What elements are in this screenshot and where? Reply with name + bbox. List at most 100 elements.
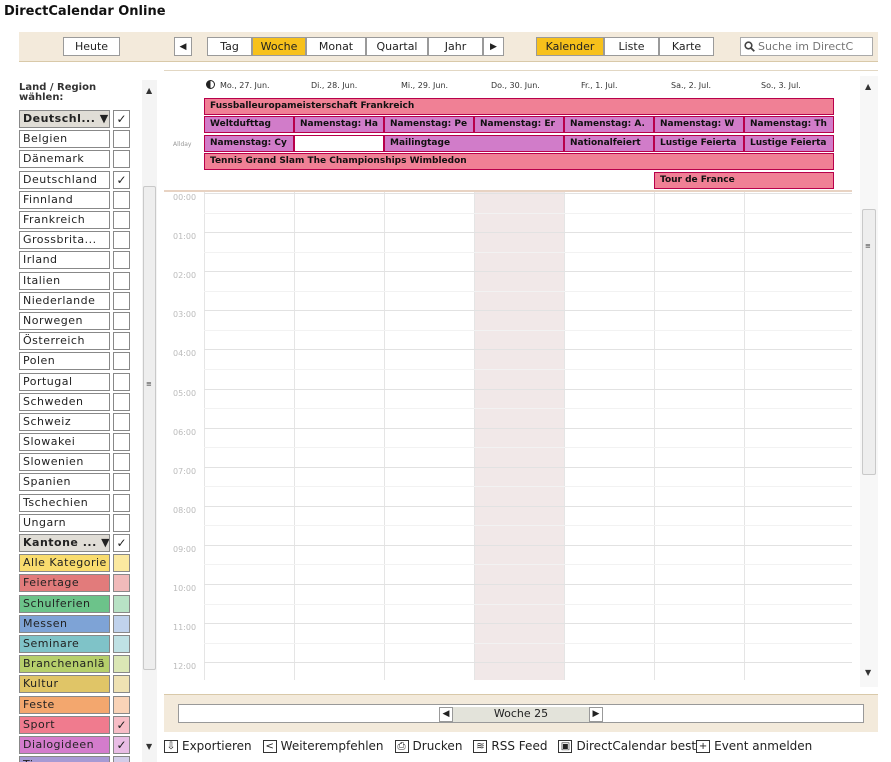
- day-header[interactable]: Fr., 1. Jul.: [581, 81, 618, 90]
- event[interactable]: Weltdufttag: [204, 116, 294, 133]
- country-item[interactable]: Finnland: [19, 190, 136, 210]
- scroll-up-icon[interactable]: ▲: [865, 82, 871, 91]
- country-checkbox[interactable]: [113, 191, 130, 209]
- category-item[interactable]: Messen: [19, 614, 136, 634]
- country-checkbox[interactable]: [113, 292, 130, 310]
- country-checkbox[interactable]: [113, 251, 130, 269]
- country-checkbox[interactable]: [113, 352, 130, 370]
- day-header[interactable]: Sa., 2. Jul.: [671, 81, 711, 90]
- scroll-down-icon[interactable]: ▼: [146, 742, 152, 751]
- country-item[interactable]: Dänemark: [19, 149, 136, 169]
- event[interactable]: Namenstag: Ha: [294, 116, 384, 133]
- country-label[interactable]: Italien: [19, 272, 110, 290]
- view-day-tab[interactable]: Tag: [207, 37, 252, 56]
- category-label[interactable]: Seminare: [19, 635, 110, 653]
- action-cart-button[interactable]: ▣DirectCalendar best: [558, 739, 696, 753]
- category-item[interactable]: Sport✓: [19, 715, 136, 735]
- today-button[interactable]: Heute: [63, 37, 120, 56]
- country-item[interactable]: Frankreich: [19, 210, 136, 230]
- search-input[interactable]: [758, 40, 868, 53]
- prev-period-button[interactable]: ◀: [174, 37, 192, 56]
- country-item[interactable]: Polen: [19, 351, 136, 371]
- event[interactable]: Tour de France: [654, 172, 834, 189]
- country-item[interactable]: Italien: [19, 271, 136, 291]
- country-checkbox[interactable]: [113, 413, 130, 431]
- category-checkbox[interactable]: [113, 635, 130, 653]
- country-checkbox[interactable]: [113, 130, 130, 148]
- kanton-dropdown-row[interactable]: Kantone ... ▼ ✓: [19, 533, 136, 553]
- country-label[interactable]: Finnland: [19, 191, 110, 209]
- day-header[interactable]: Do., 30. Jun.: [491, 81, 540, 90]
- country-checkbox[interactable]: [113, 514, 130, 532]
- day-header[interactable]: Di., 28. Jun.: [311, 81, 357, 90]
- category-label[interactable]: Feste: [19, 696, 110, 714]
- day-header[interactable]: Mi., 29. Jun.: [401, 81, 448, 90]
- country-item[interactable]: Österreich: [19, 331, 136, 351]
- country-item[interactable]: Spanien: [19, 472, 136, 492]
- country-checkbox[interactable]: [113, 312, 130, 330]
- category-label[interactable]: Sport: [19, 716, 110, 734]
- country-label[interactable]: Ungarn: [19, 514, 110, 532]
- country-label[interactable]: Polen: [19, 352, 110, 370]
- country-label[interactable]: Slowakei: [19, 433, 110, 451]
- category-item[interactable]: Kultur: [19, 674, 136, 694]
- day-header[interactable]: So., 3. Jul.: [761, 81, 801, 90]
- country-checkbox[interactable]: [113, 494, 130, 512]
- next-period-button[interactable]: ▶: [483, 37, 504, 56]
- next-week-button[interactable]: ▶: [589, 707, 603, 722]
- country-checkbox[interactable]: [113, 473, 130, 491]
- action-share-button[interactable]: <Weiterempfehlen: [263, 739, 384, 753]
- country-dropdown-checkbox[interactable]: ✓: [113, 110, 130, 128]
- action-add-event-button[interactable]: +Event anmelden: [696, 739, 812, 753]
- country-label[interactable]: Schweiz: [19, 413, 110, 431]
- scroll-down-icon[interactable]: ▼: [865, 668, 871, 677]
- category-label[interactable]: Feiertage: [19, 574, 110, 592]
- category-checkbox[interactable]: ✓: [113, 716, 130, 734]
- event[interactable]: Namenstag: A.: [564, 116, 654, 133]
- view-month-tab[interactable]: Monat: [306, 37, 366, 56]
- event[interactable]: Namenstag: Th: [744, 116, 834, 133]
- category-item[interactable]: Schulferien: [19, 594, 136, 614]
- country-item[interactable]: Ungarn: [19, 513, 136, 533]
- event[interactable]: Namenstag: W: [654, 116, 744, 133]
- event[interactable]: Lustige Feierta: [654, 135, 744, 152]
- country-label[interactable]: Portugal: [19, 373, 110, 391]
- sidebar-scrollbar[interactable]: ▲ ≡ ▼: [142, 80, 157, 762]
- country-item[interactable]: Tschechien: [19, 493, 136, 513]
- category-checkbox[interactable]: [113, 675, 130, 693]
- country-checkbox[interactable]: [113, 332, 130, 350]
- scroll-up-icon[interactable]: ▲: [146, 86, 152, 95]
- category-checkbox[interactable]: [113, 554, 130, 572]
- search-box[interactable]: [740, 37, 873, 56]
- time-grid[interactable]: 00:0001:0002:0003:0004:0005:0006:0007:00…: [164, 192, 852, 680]
- category-item[interactable]: Feiertage: [19, 573, 136, 593]
- mode-map-tab[interactable]: Karte: [659, 37, 714, 56]
- country-label[interactable]: Dänemark: [19, 150, 110, 168]
- action-export-button[interactable]: ⇩Exportieren: [164, 739, 252, 753]
- category-item[interactable]: Branchenanlä: [19, 654, 136, 674]
- category-label[interactable]: Alle Kategorie: [19, 554, 110, 572]
- country-label[interactable]: Deutschland: [19, 171, 110, 189]
- category-item[interactable]: Alle Kategorie: [19, 553, 136, 573]
- category-checkbox[interactable]: [113, 696, 130, 714]
- event[interactable]: Lustige Feierta: [744, 135, 834, 152]
- week-slider[interactable]: ◀ Woche 25 ▶: [178, 704, 864, 723]
- category-label[interactable]: Dialogideen: [19, 736, 110, 754]
- mode-calendar-tab[interactable]: Kalender: [536, 37, 604, 56]
- sidebar-scroll-thumb[interactable]: [143, 186, 156, 670]
- event[interactable]: Tennis Grand Slam The Championships Wimb…: [204, 153, 834, 170]
- category-label[interactable]: Kultur: [19, 675, 110, 693]
- category-label[interactable]: Branchenanlä: [19, 655, 110, 673]
- event[interactable]: Namenstag: Pe: [384, 116, 474, 133]
- view-year-tab[interactable]: Jahr: [428, 37, 483, 56]
- country-dropdown[interactable]: Deutschl... ▼: [19, 110, 110, 128]
- prev-week-button[interactable]: ◀: [439, 707, 453, 722]
- category-item[interactable]: Dialogideen✓: [19, 735, 136, 755]
- country-item[interactable]: Belgien: [19, 129, 136, 149]
- country-label[interactable]: Schweden: [19, 393, 110, 411]
- country-checkbox[interactable]: [113, 231, 130, 249]
- event[interactable]: Mailingtage: [384, 135, 564, 152]
- country-checkbox[interactable]: [113, 272, 130, 290]
- kanton-dropdown[interactable]: Kantone ... ▼: [19, 534, 110, 552]
- event[interactable]: Nationalfeiert: [564, 135, 654, 152]
